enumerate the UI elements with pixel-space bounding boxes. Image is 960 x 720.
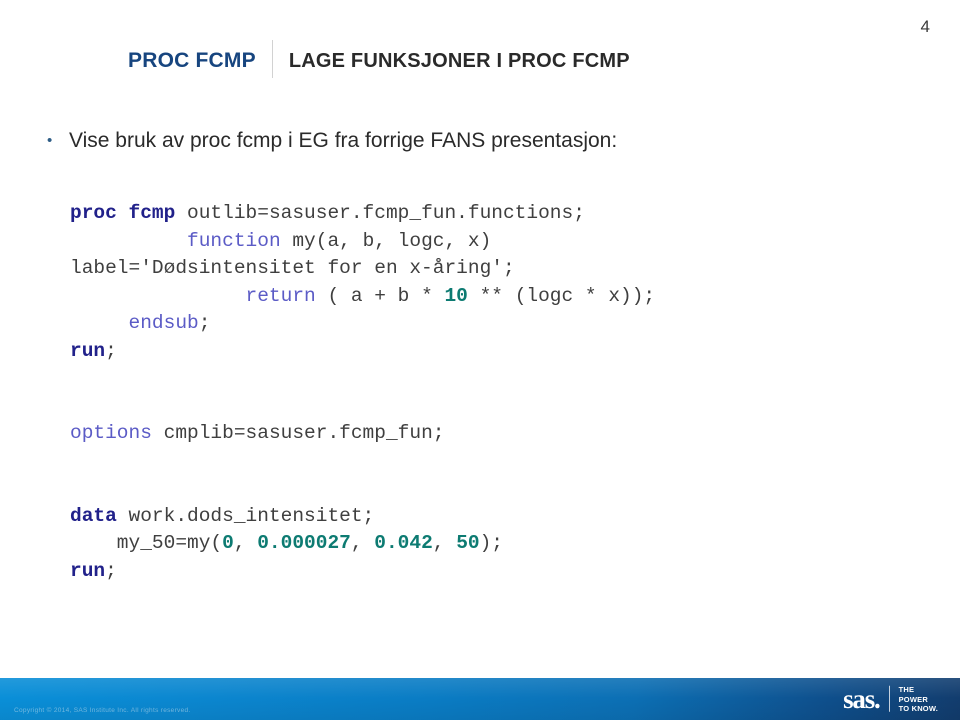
code-token-plain: work.dods_intensitet; — [116, 504, 375, 527]
code-token-keyword: function — [187, 229, 281, 252]
tagline-line-1: THE — [898, 684, 915, 694]
code-token-plain: , — [432, 532, 457, 554]
code-token-plain: ; — [105, 559, 117, 582]
code-token-plain: my(a, b, logc, x) — [280, 229, 492, 252]
code-token-plain: , — [350, 532, 375, 554]
bullet-text: Vise bruk av proc fcmp i EG fra forrige … — [69, 129, 618, 152]
code-token-keyword: return — [245, 284, 316, 307]
code-token-number: 0.042 — [374, 532, 433, 554]
code-token-keyword-bold: run — [70, 339, 106, 362]
code-line: endsub; — [70, 310, 940, 338]
code-token-keyword-bold: proc fcmp — [70, 202, 176, 224]
code-token-plain: my_50=my( — [70, 532, 223, 554]
code-line: options cmplib=sasuser.fcmp_fun; — [70, 420, 940, 448]
tagline-line-3: TO KNOW. — [898, 703, 938, 713]
sas-tagline: THE POWER TO KNOW. — [899, 685, 938, 714]
code-token-keyword: options — [70, 422, 152, 444]
sas-wordmark: sas. — [843, 683, 882, 714]
code-line: function my(a, b, logc, x) — [70, 228, 940, 256]
sas-logo: sas. THE POWER TO KNOW. — [843, 685, 938, 714]
code-token-number: 0 — [222, 532, 234, 554]
code-token-plain: ** (logc * x)); — [467, 284, 656, 307]
code-token-plain: ; — [198, 312, 211, 334]
code-token-plain: cmplib=sasuser.fcmp_fun; — [151, 422, 445, 444]
code-token-plain: ; — [105, 339, 117, 362]
code-token-number: 50 — [456, 532, 480, 554]
slide-header: PROC FCMP LAGE FUNKSJONER I PROC FCMP — [128, 40, 920, 78]
tagline-line-2: POWER — [898, 694, 928, 704]
code-token-keyword-bold: run — [70, 559, 106, 582]
code-token-plain: outlib=sasuser.fcmp_fun.functions; — [175, 202, 585, 224]
code-token-number: 0.000027 — [257, 532, 351, 554]
bullet-list-item: • Vise bruk av proc fcmp i EG fra forrig… — [44, 126, 920, 156]
footer-copyright: Copyright © 2014, SAS Institute Inc. All… — [14, 707, 191, 714]
code-line: return ( a + b * 10 ** (logc * x)); — [70, 283, 940, 311]
code-token-plain: , — [233, 532, 258, 554]
code-line: run; — [70, 558, 940, 586]
code-token-keyword: endsub — [128, 312, 199, 334]
code-line: label='Dødsintensitet for en x-åring'; — [70, 255, 940, 283]
code-token-plain: label='Dødsintensitet for en x-åring'; — [70, 257, 515, 279]
code-token-number: 10 — [444, 284, 468, 307]
slide-footer: Copyright © 2014, SAS Institute Inc. All… — [0, 678, 960, 720]
code-token-keyword-bold: data — [70, 504, 117, 527]
sas-wordmark-dot: . — [874, 683, 881, 714]
code-line: my_50=my(0, 0.000027, 0.042, 50); — [70, 530, 940, 558]
code-token-plain: ( a + b * — [315, 284, 445, 307]
slide-canvas: 4 PROC FCMP LAGE FUNKSJONER I PROC FCMP … — [0, 0, 960, 720]
bullet-marker-icon: • — [47, 132, 53, 149]
code-line: proc fcmp outlib=sasuser.fcmp_fun.functi… — [70, 200, 940, 228]
sas-wordmark-text: sas — [843, 683, 875, 714]
page-number: 4 — [920, 17, 930, 36]
code-line: run; — [70, 338, 940, 366]
code-line: data work.dods_intensitet; — [70, 503, 940, 531]
code-token-plain: ); — [479, 532, 503, 554]
logo-divider — [888, 686, 890, 712]
code-block: proc fcmp outlib=sasuser.fcmp_fun.functi… — [70, 200, 940, 585]
header-brand-label: PROC FCMP — [128, 49, 256, 72]
page-title: LAGE FUNKSJONER I PROC FCMP — [288, 49, 630, 72]
